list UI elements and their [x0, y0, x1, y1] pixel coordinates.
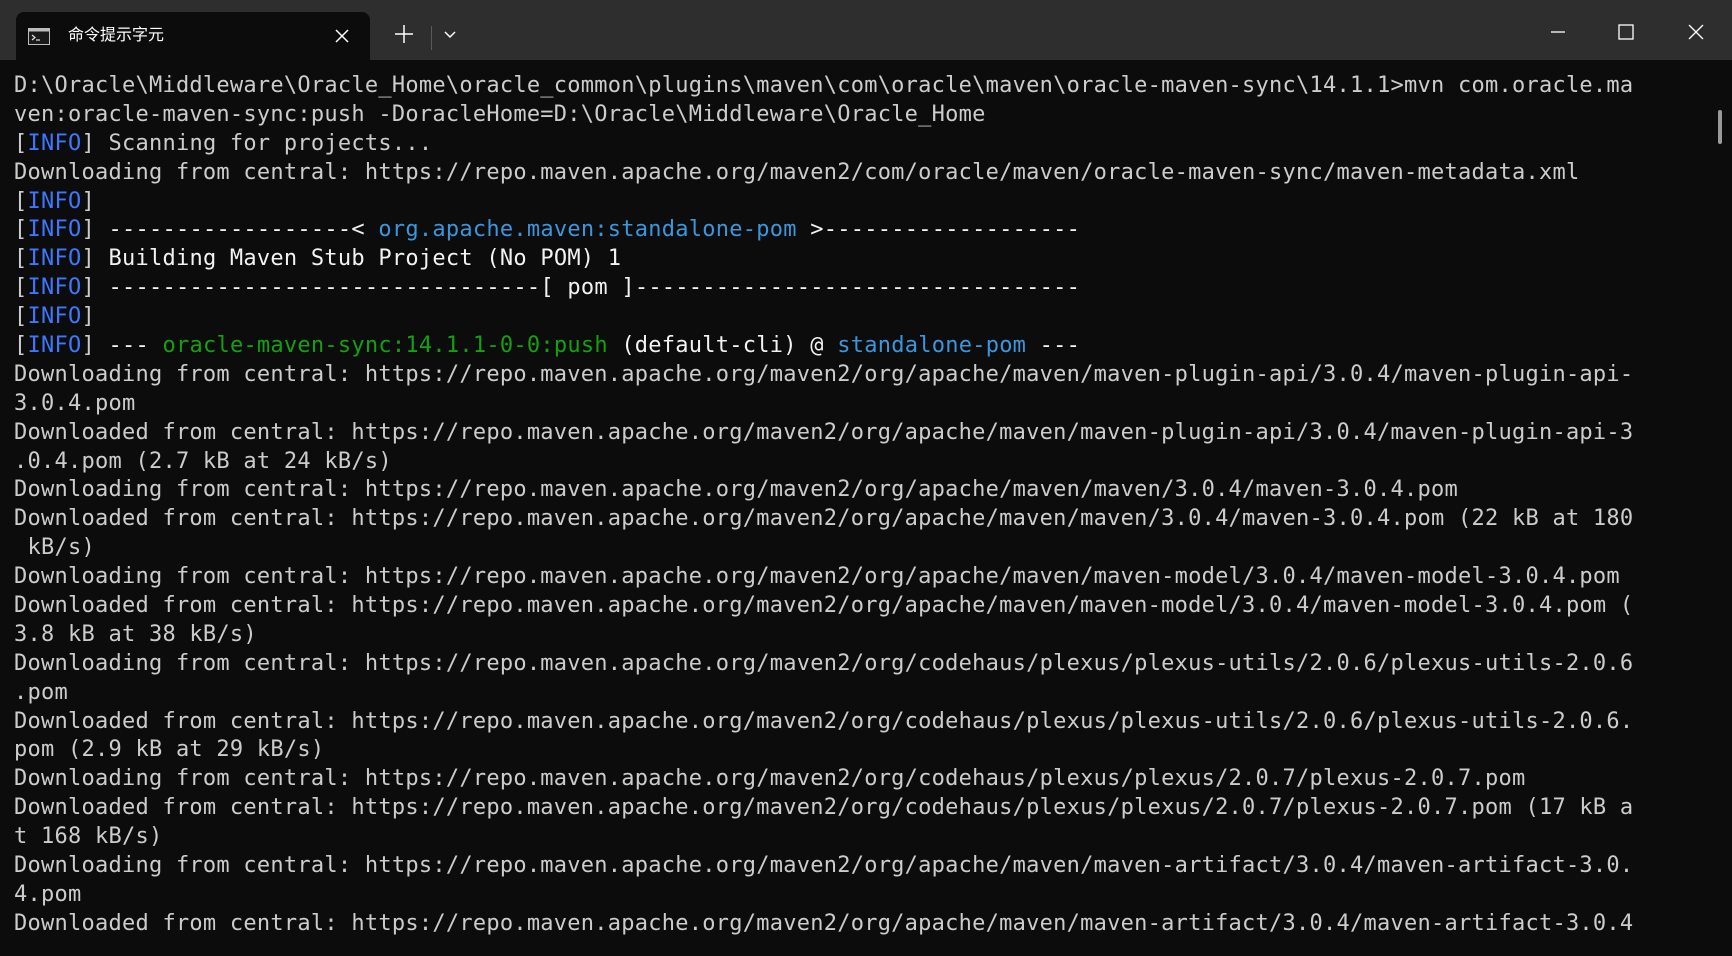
- info-tag: INFO: [27, 304, 82, 330]
- terminal-line: Downloading from central: https://repo.m…: [14, 477, 1458, 503]
- terminal-line: Downloaded from central: https://repo.ma…: [14, 708, 1634, 734]
- terminal-line: 3.8 kB at 38 kB/s): [14, 621, 257, 647]
- project-name: standalone-pom: [837, 333, 1027, 359]
- terminal-line: 3.0.4.pom: [14, 390, 136, 416]
- plus-icon[interactable]: [392, 22, 416, 46]
- terminal-line: D:\Oracle\Middleware\Oracle_Home\oracle_…: [14, 73, 1634, 98]
- terminal-line: [INFO]: [14, 304, 95, 330]
- terminal-line: kB/s): [14, 535, 95, 561]
- info-tag: INFO: [27, 217, 82, 243]
- terminal-window: 命令提示字元 D:\Oracle\Middleware\Oracle_Home\…: [0, 0, 1732, 956]
- terminal-line: Downloading from central: https://repo.m…: [14, 159, 1580, 185]
- terminal-line: Downloading from central: https://repo.m…: [14, 564, 1620, 590]
- terminal-line: [INFO] --------------------------------[…: [14, 275, 1081, 301]
- tab-title: 命令提示字元: [68, 25, 165, 44]
- terminal-output[interactable]: D:\Oracle\Middleware\Oracle_Home\oracle_…: [14, 72, 1694, 956]
- maximize-icon[interactable]: [1614, 20, 1638, 44]
- terminal-line: .0.4.pom (2.7 kB at 24 kB/s): [14, 448, 392, 474]
- info-tag: INFO: [27, 246, 82, 272]
- terminal-line: Downloaded from central: https://repo.ma…: [14, 910, 1634, 936]
- divider: [431, 26, 432, 50]
- terminal-line: Downloading from central: https://repo.m…: [14, 650, 1634, 676]
- scrollbar-thumb[interactable]: [1718, 110, 1722, 144]
- terminal-line: [INFO] --- oracle-maven-sync:14.1.1-0-0:…: [14, 333, 1081, 359]
- terminal-line: ven:oracle-maven-sync:push -DoracleHome=…: [14, 101, 986, 127]
- title-bar: 命令提示字元: [0, 0, 1732, 60]
- execution-id: (default-cli): [621, 333, 797, 359]
- terminal-line: Downloading from central: https://repo.m…: [14, 766, 1526, 792]
- terminal-line: Downloaded from central: https://repo.ma…: [14, 795, 1634, 821]
- info-tag: INFO: [27, 275, 82, 301]
- terminal-line: [INFO] Scanning for projects...: [14, 130, 433, 156]
- terminal-line: Downloading from central: https://repo.m…: [14, 853, 1634, 879]
- info-tag: INFO: [27, 188, 82, 214]
- chevron-down-icon[interactable]: [440, 24, 460, 44]
- close-icon[interactable]: [332, 26, 352, 46]
- info-tag: INFO: [27, 130, 82, 156]
- terminal-line: [INFO] ------------------< org.apache.ma…: [14, 217, 1081, 243]
- minimize-icon[interactable]: [1546, 20, 1570, 44]
- packaging-label: pom: [567, 275, 608, 301]
- terminal-line: .pom: [14, 679, 68, 705]
- terminal-line: t 168 kB/s): [14, 824, 163, 850]
- terminal-line: Downloaded from central: https://repo.ma…: [14, 419, 1634, 445]
- pom-identifier: org.apache.maven:standalone-pom: [378, 217, 797, 243]
- terminal-line: Downloaded from central: https://repo.ma…: [14, 593, 1634, 619]
- close-icon[interactable]: [1684, 20, 1708, 44]
- terminal-line: [INFO]: [14, 188, 95, 214]
- terminal-line: Downloading from central: https://repo.m…: [14, 361, 1634, 387]
- terminal-line: [INFO] Building Maven Stub Project (No P…: [14, 246, 622, 272]
- info-tag: INFO: [27, 333, 82, 359]
- tab-command-prompt[interactable]: 命令提示字元: [16, 12, 370, 60]
- terminal-icon: [28, 28, 50, 45]
- terminal-line: Downloaded from central: https://repo.ma…: [14, 506, 1634, 532]
- plugin-goal: oracle-maven-sync:14.1.1-0-0:push: [162, 333, 608, 359]
- terminal-line: 4.pom: [14, 881, 82, 907]
- terminal-line: pom (2.9 kB at 29 kB/s): [14, 737, 325, 763]
